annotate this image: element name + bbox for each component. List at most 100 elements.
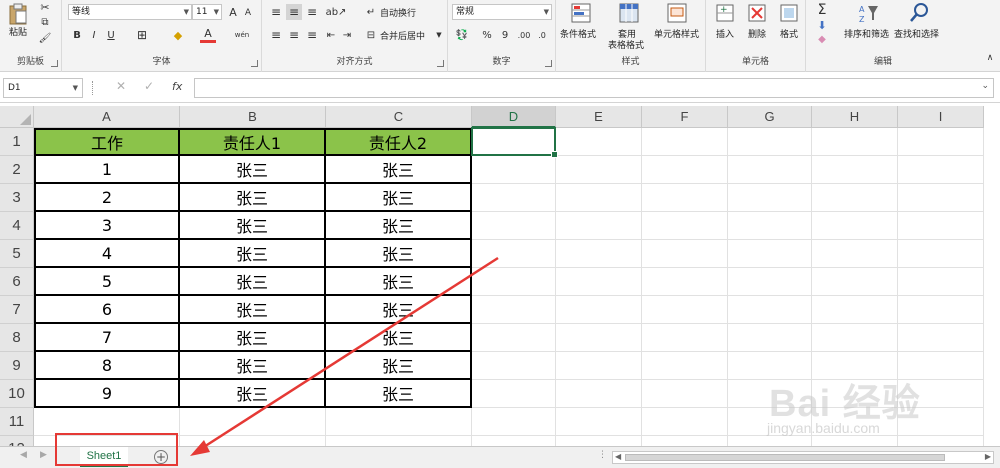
search-icon[interactable]: [908, 2, 930, 24]
table-cell-c4[interactable]: 张三: [326, 212, 472, 240]
cell-f4[interactable]: [642, 212, 728, 240]
font-name-select[interactable]: 等线 ▼: [68, 4, 192, 20]
format-icon[interactable]: [778, 2, 800, 24]
table-cell-c10[interactable]: 张三: [326, 380, 472, 408]
cell-f10[interactable]: [642, 380, 728, 408]
table-header-cell[interactable]: 责任人1: [180, 128, 326, 156]
formula-input[interactable]: ⌄: [194, 78, 994, 98]
cell-i2[interactable]: [898, 156, 984, 184]
autosum-button[interactable]: Σ: [814, 2, 830, 18]
scrollbar-thumb[interactable]: [625, 454, 945, 461]
cell-i8[interactable]: [898, 324, 984, 352]
column-header-i[interactable]: I: [898, 106, 984, 128]
row-header-2[interactable]: 2: [0, 156, 34, 184]
paste-button[interactable]: 粘贴: [4, 0, 32, 40]
table-cell-a10[interactable]: 9: [34, 380, 180, 408]
table-cell-b3[interactable]: 张三: [180, 184, 326, 212]
alignment-launcher-icon[interactable]: [437, 60, 444, 67]
cell-d11[interactable]: [472, 408, 556, 436]
indent-increase-icon[interactable]: ⇥: [340, 27, 354, 43]
table-cell-b2[interactable]: 张三: [180, 156, 326, 184]
table-cell-a2[interactable]: 1: [34, 156, 180, 184]
cell-h6[interactable]: [812, 268, 898, 296]
table-cell-a5[interactable]: 4: [34, 240, 180, 268]
cell-g10[interactable]: [728, 380, 812, 408]
align-center-icon[interactable]: ≡: [286, 27, 302, 43]
cell-i7[interactable]: [898, 296, 984, 324]
column-header-c[interactable]: C: [326, 106, 472, 128]
cell-d7[interactable]: [472, 296, 556, 324]
name-box[interactable]: D1 ▼: [3, 78, 83, 98]
row-header-5[interactable]: 5: [0, 240, 34, 268]
cell-e10[interactable]: [556, 380, 642, 408]
table-cell-a4[interactable]: 3: [34, 212, 180, 240]
number-format-select[interactable]: 常规 ▼: [452, 4, 552, 20]
italic-button[interactable]: I: [87, 27, 101, 43]
collapse-ribbon-icon[interactable]: ∧: [984, 52, 996, 64]
cell-f9[interactable]: [642, 352, 728, 380]
scroll-right-icon[interactable]: ▶: [985, 452, 991, 461]
delete-icon[interactable]: [746, 2, 768, 24]
table-format-icon[interactable]: [618, 2, 640, 24]
cell-g5[interactable]: [728, 240, 812, 268]
enter-icon[interactable]: ✓: [144, 79, 154, 93]
delete-button[interactable]: 删除: [748, 27, 766, 40]
cell-b11[interactable]: [180, 408, 326, 436]
table-format-line2[interactable]: 表格格式: [608, 38, 644, 51]
cell-e6[interactable]: [556, 268, 642, 296]
row-header-8[interactable]: 8: [0, 324, 34, 352]
table-cell-c9[interactable]: 张三: [326, 352, 472, 380]
table-cell-b4[interactable]: 张三: [180, 212, 326, 240]
table-cell-c2[interactable]: 张三: [326, 156, 472, 184]
column-header-f[interactable]: F: [642, 106, 728, 128]
insert-button[interactable]: 插入: [716, 27, 734, 40]
table-cell-b7[interactable]: 张三: [180, 296, 326, 324]
cell-e1[interactable]: [556, 128, 642, 156]
cell-f8[interactable]: [642, 324, 728, 352]
shrink-font-button[interactable]: A: [242, 6, 254, 20]
table-cell-c6[interactable]: 张三: [326, 268, 472, 296]
table-cell-b5[interactable]: 张三: [180, 240, 326, 268]
cell-d4[interactable]: [472, 212, 556, 240]
cell-c11[interactable]: [326, 408, 472, 436]
table-header-cell[interactable]: 工作: [34, 128, 180, 156]
cell-h7[interactable]: [812, 296, 898, 324]
cell-i3[interactable]: [898, 184, 984, 212]
table-cell-b8[interactable]: 张三: [180, 324, 326, 352]
font-launcher-icon[interactable]: [251, 60, 258, 67]
row-header-9[interactable]: 9: [0, 352, 34, 380]
chevron-down-icon[interactable]: ▼: [434, 27, 444, 43]
find-select-button[interactable]: 查找和选择: [894, 27, 939, 40]
cell-i1[interactable]: [898, 128, 984, 156]
format-painter-icon[interactable]: 🖌: [38, 31, 52, 45]
cell-g1[interactable]: [728, 128, 812, 156]
bold-button[interactable]: B: [70, 27, 84, 43]
font-color-button[interactable]: A: [200, 27, 216, 43]
table-cell-c3[interactable]: 张三: [326, 184, 472, 212]
phonetic-button[interactable]: wén: [232, 27, 252, 43]
cell-e4[interactable]: [556, 212, 642, 240]
cell-g2[interactable]: [728, 156, 812, 184]
table-cell-c8[interactable]: 张三: [326, 324, 472, 352]
row-header-1[interactable]: 1: [0, 128, 34, 156]
font-size-select[interactable]: 11 ▼: [192, 4, 222, 20]
column-header-h[interactable]: H: [812, 106, 898, 128]
column-header-d[interactable]: D: [472, 106, 556, 128]
fill-down-icon[interactable]: ⬇: [814, 18, 830, 32]
decrease-decimal-icon[interactable]: .0: [534, 27, 550, 43]
align-right-icon[interactable]: ≡: [304, 27, 320, 43]
column-header-b[interactable]: B: [180, 106, 326, 128]
cell-i10[interactable]: [898, 380, 984, 408]
wrap-text-button[interactable]: 自动换行: [380, 4, 416, 20]
add-sheet-button[interactable]: +: [154, 450, 168, 464]
increase-decimal-icon[interactable]: .00: [516, 27, 532, 43]
cell-f11[interactable]: [642, 408, 728, 436]
row-header-10[interactable]: 10: [0, 380, 34, 408]
cell-f6[interactable]: [642, 268, 728, 296]
cell-styles-button[interactable]: 单元格样式: [654, 27, 699, 40]
comma-button[interactable]: 9: [498, 27, 512, 43]
cell-i4[interactable]: [898, 212, 984, 240]
orientation-icon[interactable]: ab↗: [326, 4, 347, 20]
cell-d9[interactable]: [472, 352, 556, 380]
tab-split-handle-icon[interactable]: ⋮: [598, 450, 607, 460]
